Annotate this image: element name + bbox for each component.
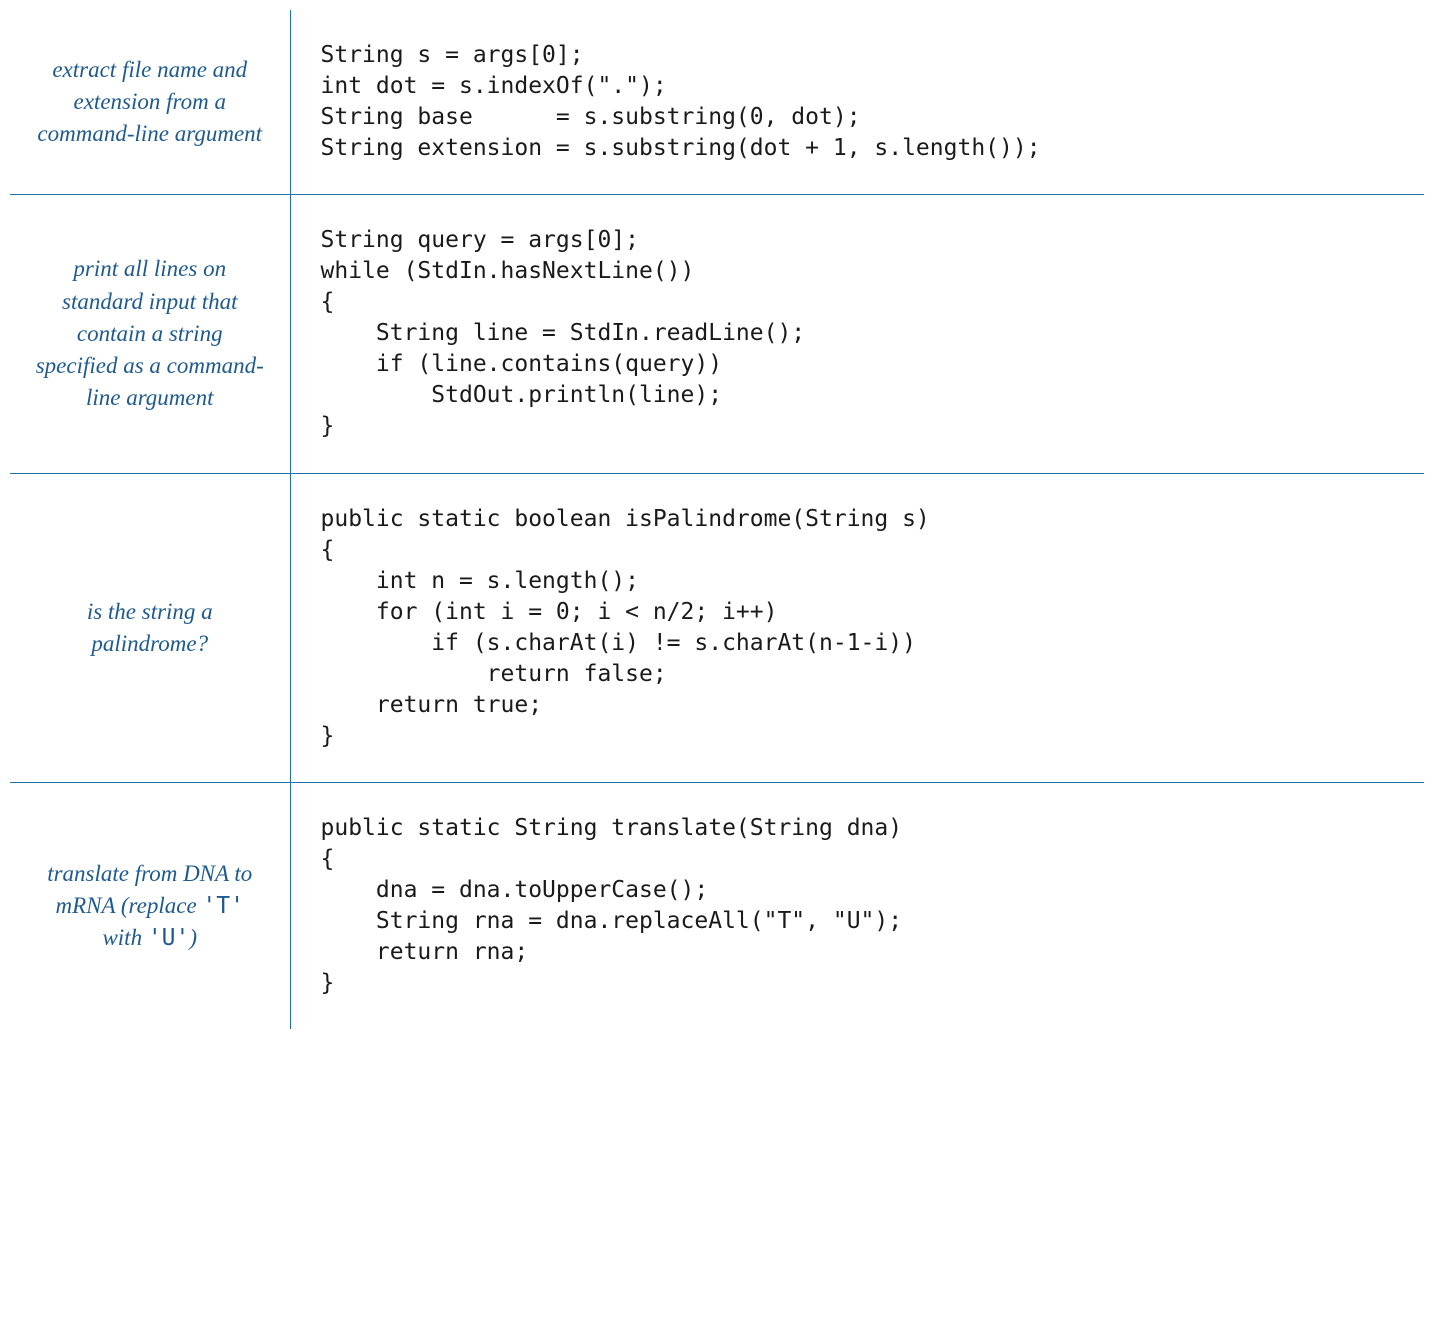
code-snippet: public static boolean isPalindrome(Strin… [321, 504, 1405, 752]
code-snippet: String query = args[0]; while (StdIn.has… [321, 225, 1405, 442]
code-cell: String query = args[0]; while (StdIn.has… [290, 195, 1424, 473]
description-text: extract file name and extension from a c… [30, 54, 270, 151]
code-snippet: public static String translate(String dn… [321, 813, 1405, 999]
description-cell: translate from DNA to mRNA (replace 'T' … [10, 782, 290, 1029]
description-cell: print all lines on standard input that c… [10, 195, 290, 473]
description-text: is the string a palindrome? [30, 596, 270, 660]
table-row: print all lines on standard input that c… [10, 195, 1424, 473]
table-row: translate from DNA to mRNA (replace 'T' … [10, 782, 1424, 1029]
code-cell: public static String translate(String dn… [290, 782, 1424, 1029]
inline-code-u: 'U' [148, 925, 190, 951]
description-cell: extract file name and extension from a c… [10, 10, 290, 195]
table-row: extract file name and extension from a c… [10, 10, 1424, 195]
table-row: is the string a palindrome? public stati… [10, 473, 1424, 782]
description-cell: is the string a palindrome? [10, 473, 290, 782]
inline-code-t: 'T' [202, 893, 244, 919]
code-cell: String s = args[0]; int dot = s.indexOf(… [290, 10, 1424, 195]
description-text: print all lines on standard input that c… [30, 253, 270, 414]
code-examples-table: extract file name and extension from a c… [10, 10, 1424, 1029]
description-text: translate from DNA to mRNA (replace 'T' … [30, 858, 270, 955]
code-cell: public static boolean isPalindrome(Strin… [290, 473, 1424, 782]
code-snippet: String s = args[0]; int dot = s.indexOf(… [321, 40, 1405, 164]
